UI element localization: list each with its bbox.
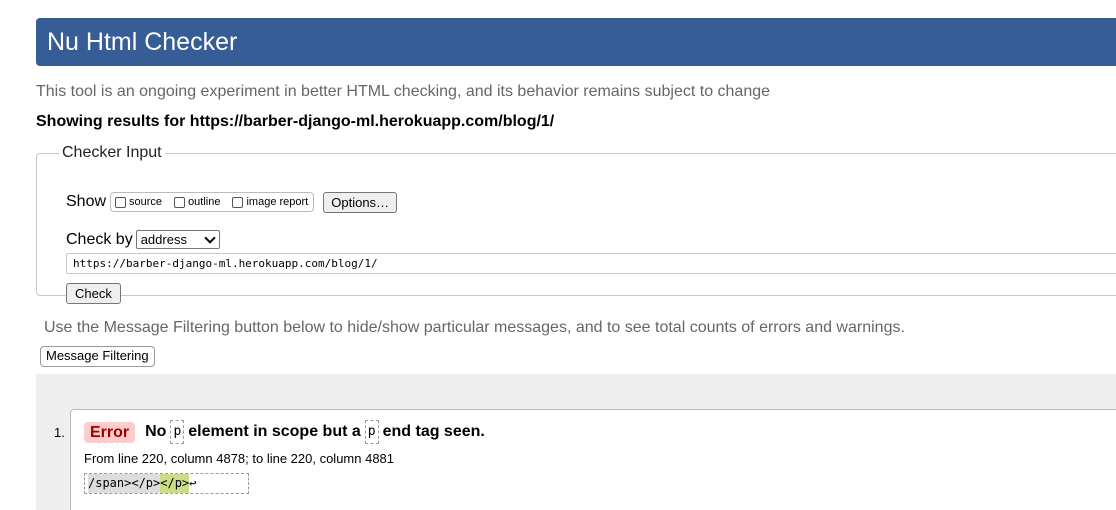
check-by-label: Check by (66, 230, 133, 248)
intro-text: This tool is an ongoing experiment in be… (36, 83, 771, 100)
message-line: Error No p element in scope but a p end … (84, 420, 485, 444)
show-source-option[interactable]: source (115, 196, 162, 208)
message-text-3: end tag seen. (382, 423, 485, 440)
chevron-down-icon (204, 232, 216, 244)
message-text-2: element in scope but a (188, 423, 361, 440)
message-number: 1. (54, 425, 65, 440)
message-filtering-button[interactable]: Message Filtering (40, 346, 155, 367)
show-label: Show (66, 193, 107, 210)
extract-highlight: </p> (160, 474, 190, 493)
source-option-label: source (129, 196, 163, 208)
image-report-checkbox[interactable] (232, 196, 244, 208)
error-badge: Error (84, 421, 136, 443)
check-by-select[interactable]: address (135, 230, 220, 249)
check-button[interactable]: Check (66, 283, 121, 304)
error-message: Error No p element in scope but a p end … (70, 409, 1116, 510)
check-by-row: Check by address (66, 230, 220, 249)
show-outline-option[interactable]: outline (174, 196, 220, 208)
url-input[interactable]: https://barber-django-ml.herokuapp.com/b… (66, 253, 1116, 274)
showing-results-heading: Showing results for https://barber-djang… (36, 113, 555, 130)
message-location[interactable]: From line 220, column 4878; to line 220,… (84, 451, 394, 466)
element-code-p-1: p (170, 420, 185, 444)
return-icon: ↩ (189, 476, 197, 490)
page-title: Nu Html Checker (47, 28, 238, 56)
show-image-report-option[interactable]: image report (232, 196, 308, 208)
checker-input-legend: Checker Input (62, 144, 162, 161)
image-report-option-label: image report (246, 196, 309, 208)
checker-input-fieldset: Checker Input Show source outline image … (36, 144, 1116, 304)
filter-note: Use the Message Filtering button below t… (44, 319, 905, 336)
outline-option-label: outline (188, 196, 221, 208)
title-bar: Nu Html Checker (36, 18, 1116, 66)
show-row: Show source outline image report Options… (66, 190, 398, 214)
options-button[interactable]: Options… (323, 191, 398, 213)
show-options-group: source outline image report (110, 192, 315, 212)
extract-context: /span></p> (88, 474, 161, 493)
element-code-p-2: p (364, 420, 379, 444)
code-extract: /span></p> </p> ↩ (84, 473, 249, 494)
outline-checkbox[interactable] (174, 196, 186, 208)
checker-page: Nu Html Checker This tool is an ongoing … (0, 0, 1116, 510)
message-text-1: No (145, 423, 167, 440)
source-checkbox[interactable] (115, 196, 127, 208)
check-by-selected-value: address (140, 232, 187, 247)
